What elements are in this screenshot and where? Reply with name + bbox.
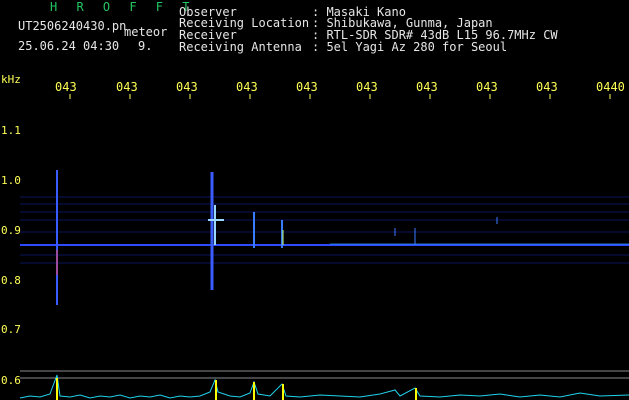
- meteor-echoes: [56, 170, 498, 305]
- spectrogram-plot: [19, 94, 629, 400]
- noise-bands: [20, 196, 629, 264]
- time-tick-marks: [69, 94, 611, 99]
